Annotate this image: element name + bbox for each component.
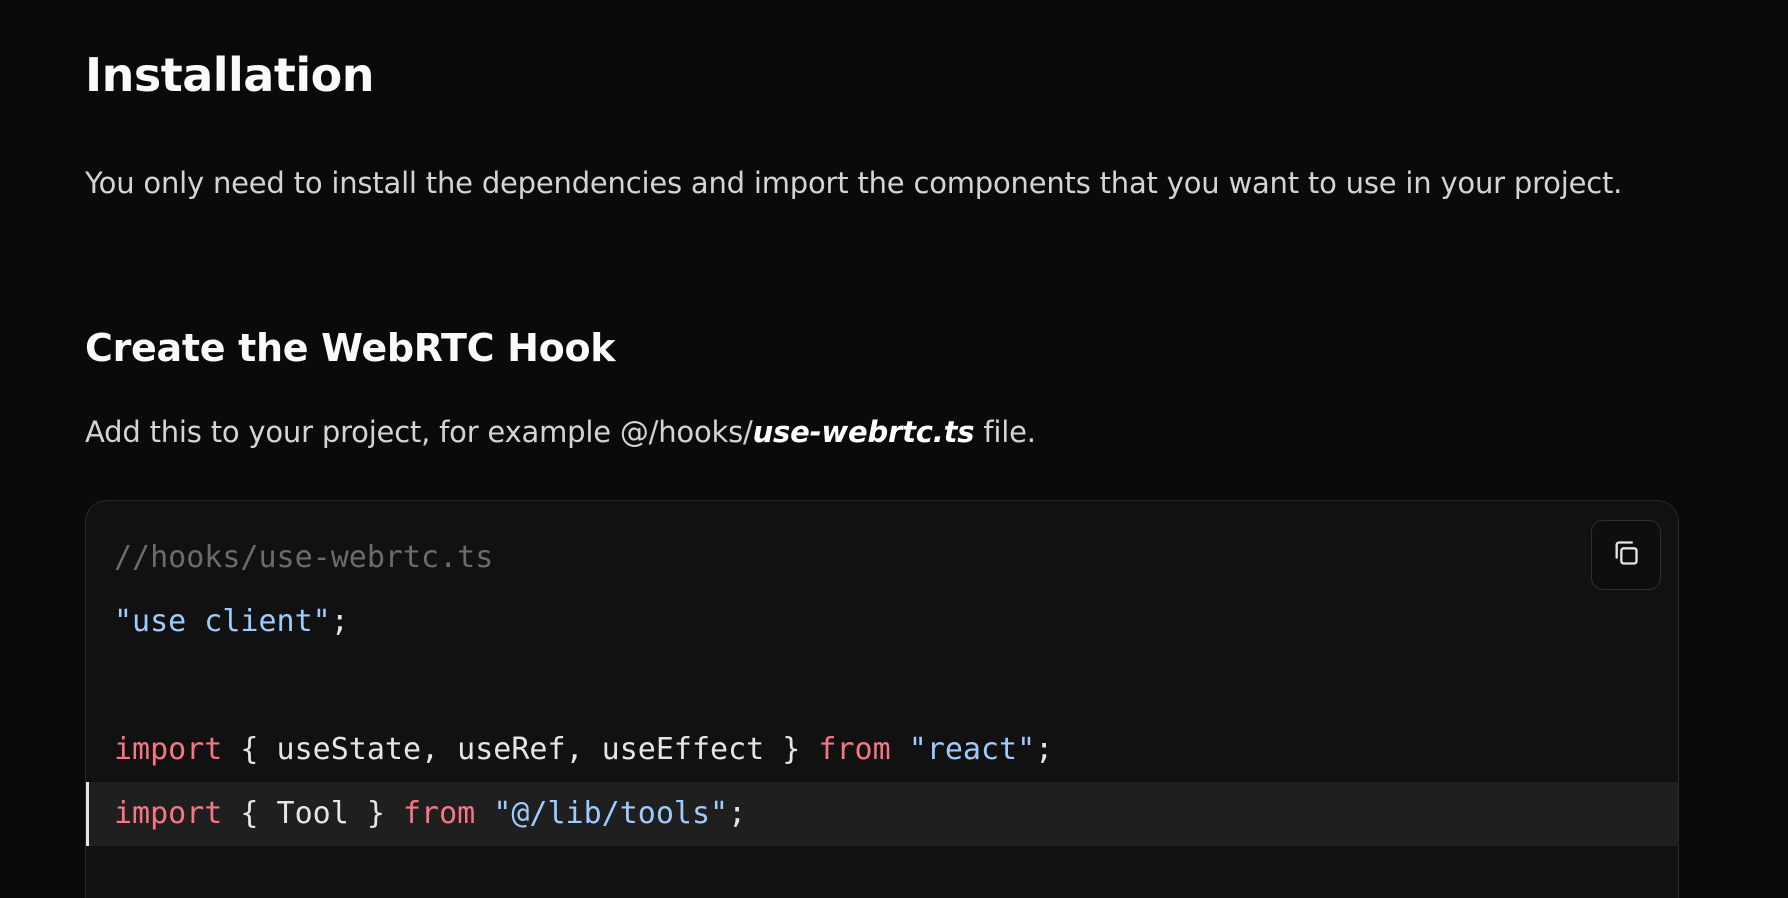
code-token-string: "@/lib/tools" — [493, 796, 729, 831]
installation-intro: You only need to install the dependencie… — [85, 166, 1623, 200]
code-token-string: "use client" — [114, 604, 331, 639]
hint-prefix: Add this to your project, for example @/… — [85, 415, 753, 449]
code-token-ident: { Tool } — [222, 796, 403, 831]
installation-heading: Installation — [85, 48, 374, 102]
code-token-keyword: from — [818, 732, 891, 767]
code-token-string: "react" — [908, 732, 1036, 767]
docs-page: Installation You only need to install th… — [0, 0, 1788, 898]
copy-icon — [1612, 539, 1640, 571]
copy-code-button[interactable] — [1591, 520, 1661, 590]
webrtc-hook-heading: Create the WebRTC Hook — [85, 326, 616, 370]
code-token-keyword: import — [114, 732, 223, 767]
code-token-keyword: import — [114, 796, 223, 831]
code-token-ident: { useState, useRef, useEffect } — [222, 732, 819, 767]
code-line: import { useState, useRef, useEffect } f… — [86, 718, 1678, 782]
code-token-ident — [475, 796, 493, 831]
hint-suffix: file. — [974, 415, 1036, 449]
code-token-keyword: from — [403, 796, 476, 831]
webrtc-hook-hint: Add this to your project, for example @/… — [85, 412, 1036, 452]
code-block: //hooks/use-webrtc.ts "use client"; import… — [85, 500, 1679, 898]
code-token-punct: ; — [728, 796, 747, 831]
code-token-comment: //hooks/use-webrtc.ts — [114, 540, 494, 575]
code-token-punct: ; — [1035, 732, 1054, 767]
code-token-ident — [891, 732, 909, 767]
code-line-highlighted: import { Tool } from "@/lib/tools"; — [86, 782, 1678, 846]
code-token-punct: ; — [330, 604, 349, 639]
code-line: "use client"; — [86, 590, 1678, 654]
code-line: //hooks/use-webrtc.ts — [86, 526, 1678, 590]
hint-file-name: use-webrtc.ts — [752, 415, 975, 449]
